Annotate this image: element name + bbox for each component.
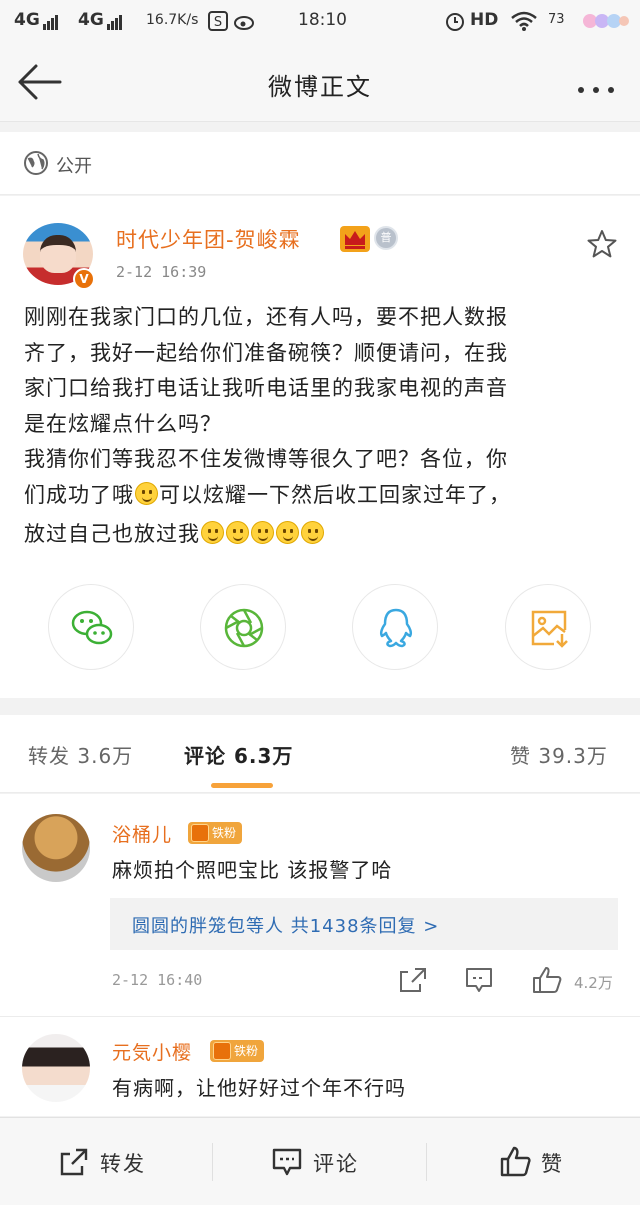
reply-icon[interactable] <box>464 966 494 994</box>
comment-label: 评论 <box>313 1152 359 1176</box>
post-text-line: 们成功了哦 可以炫耀一下然后收工回家过年了， <box>24 481 511 507</box>
fan-badge: 铁粉 <box>188 822 243 844</box>
smile-emoji-icon <box>201 521 224 544</box>
post-text-line: 刚刚在我家门口的几位，还有人吗，要不把人数报 <box>24 305 508 329</box>
post-text: 刚刚在我家门口的几位，还有人吗，要不把人数报 齐了，我好一起给你们准备碗筷？顺便… <box>24 300 618 553</box>
weibo-notification-icon <box>234 16 254 30</box>
battery-level: 73 <box>548 12 565 27</box>
forward-icon[interactable] <box>398 966 428 994</box>
active-tab-indicator <box>211 783 273 788</box>
like-label: 赞 <box>541 1152 564 1176</box>
verified-badge: V <box>73 268 95 290</box>
app-notification-icon: S <box>208 11 228 31</box>
visibility-row: 公开 <box>0 132 640 195</box>
comment-divider <box>0 1016 640 1017</box>
qq-icon <box>379 608 413 648</box>
smile-emoji-icon <box>135 481 158 505</box>
post-text-line: 齐了，我好一起给你们准备碗筷？顺便请问，在我 <box>24 340 508 365</box>
more-options-icon[interactable] <box>578 78 623 97</box>
share-wechat-button[interactable] <box>48 584 134 670</box>
interaction-tabs: 转发 3.6万 评论 6.3万 赞 39.3万 <box>0 715 640 793</box>
top-nav-bar: 微博正文 <box>0 42 640 122</box>
post-time: 2-12 16:39 <box>116 263 207 281</box>
globe-icon <box>24 151 48 175</box>
repost-icon <box>60 1148 88 1176</box>
battery-icon <box>583 14 629 28</box>
replies-preview[interactable]: 圆圆的胖笼包等人 共1438条回复 > <box>110 898 618 950</box>
favorite-star-icon[interactable] <box>586 228 618 260</box>
clock: 18:10 <box>298 10 347 30</box>
commenter-name[interactable]: 浴桶儿 <box>112 820 172 847</box>
save-image-button[interactable] <box>505 584 591 670</box>
comment-icon <box>272 1148 302 1176</box>
post-card: V 时代少年团-贺峻霖 普 2-12 16:39 刚刚在我家门口的几位，还有人吗… <box>0 196 640 698</box>
image-download-icon <box>531 610 568 648</box>
repost-label: 转发 <box>100 1152 146 1176</box>
smile-emoji-icon <box>251 521 274 544</box>
wechat-icon <box>71 610 113 645</box>
post-text-line: 放过自己也放过我 <box>24 517 618 553</box>
moments-icon <box>224 608 264 648</box>
status-bar: 4G 4G 16.7K/s S 18:10 HD 73 <box>0 0 640 42</box>
replies-link[interactable]: 圆圆的胖笼包等人 共1438条回复 > <box>132 912 439 938</box>
network-speed: 16.7K/s <box>146 12 199 28</box>
like-icon[interactable] <box>532 966 562 994</box>
crown-icon <box>191 824 209 842</box>
comment-list: 浴桶儿 铁粉 麻烦拍个照吧宝比 该报警了哈 圆圆的胖笼包等人 共1438条回复 … <box>0 794 640 1116</box>
post-text-line: 是在炫耀点什么吗？ <box>24 411 222 436</box>
like-button[interactable]: 赞 <box>427 1118 640 1205</box>
post-text-line: 我猜你们等我忍不住发微博等很久了吧？各位，你 <box>24 447 508 471</box>
tab-repost[interactable]: 转发 3.6万 <box>28 740 133 769</box>
wifi-icon <box>511 11 537 31</box>
signal-icon <box>106 10 123 30</box>
bottom-action-bar: 转发 评论 赞 <box>0 1117 640 1205</box>
page-title: 微博正文 <box>268 73 372 101</box>
repost-button[interactable]: 转发 <box>0 1118 212 1205</box>
fan-badge: 铁粉 <box>210 1040 265 1062</box>
crown-icon <box>213 1042 231 1060</box>
smile-emoji-icon <box>301 521 324 544</box>
comment-text: 有病啊，让他好好过个年不行吗 <box>112 1076 406 1100</box>
signal-icon <box>42 10 59 30</box>
tab-like[interactable]: 赞 39.3万 <box>510 740 608 769</box>
author-name[interactable]: 时代少年团-贺峻霖 <box>116 224 301 254</box>
network-indicator-2: 4G <box>78 10 123 30</box>
alarm-icon <box>446 13 464 31</box>
svg-text:S: S <box>214 15 222 30</box>
commenter-name[interactable]: 元気小樱 <box>112 1038 192 1065</box>
comment-text: 麻烦拍个照吧宝比 该报警了哈 <box>112 858 393 882</box>
post-text-line: 家门口给我打电话让我听电话里的我家电视的声音 <box>24 376 508 400</box>
medal-icon: 普 <box>374 226 398 250</box>
comment-likes: 4.2万 <box>574 974 613 992</box>
smile-emoji-icon <box>276 521 299 544</box>
crown-icon <box>340 226 370 252</box>
comment-time: 2-12 16:40 <box>112 971 203 989</box>
tab-comment[interactable]: 评论 6.3万 <box>184 740 293 769</box>
share-moments-button[interactable] <box>200 584 286 670</box>
commenter-avatar[interactable] <box>22 814 90 882</box>
visibility-label: 公开 <box>56 156 92 177</box>
share-qq-button[interactable] <box>352 584 438 670</box>
network-indicator-1: 4G <box>14 10 59 30</box>
thumbs-up-icon <box>500 1146 531 1177</box>
commenter-avatar[interactable] <box>22 1034 90 1102</box>
hd-indicator: HD <box>470 10 499 30</box>
comment-button[interactable]: 评论 <box>213 1118 426 1205</box>
smile-emoji-icon <box>226 521 249 544</box>
